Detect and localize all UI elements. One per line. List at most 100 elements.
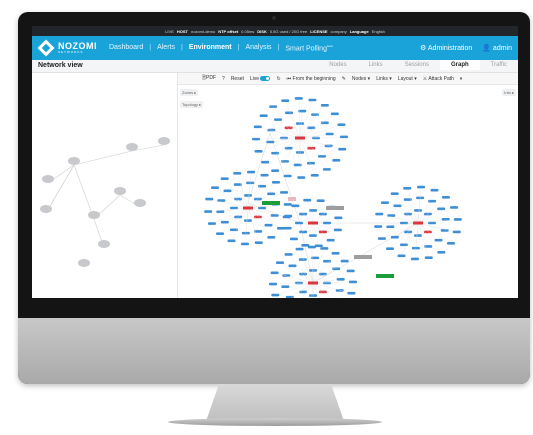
graph-node[interactable]	[410, 257, 419, 261]
graph-node[interactable]	[285, 111, 294, 115]
graph-node[interactable]	[270, 271, 279, 275]
cloud-icon[interactable]	[134, 199, 146, 207]
graph-node[interactable]	[390, 192, 399, 196]
graph-node[interactable]	[259, 114, 268, 117]
graph-node[interactable]	[397, 254, 406, 258]
graph-node[interactable]	[266, 140, 275, 144]
graph-node[interactable]	[450, 206, 459, 209]
graph-node[interactable]	[322, 168, 331, 171]
graph-node[interactable]	[269, 282, 278, 286]
green-node[interactable]	[376, 274, 394, 278]
graph-node[interactable]	[253, 125, 262, 129]
graph-node[interactable]	[216, 232, 225, 236]
user-menu[interactable]: 👤 admin	[482, 44, 512, 52]
graph-node[interactable]	[380, 201, 389, 204]
graph-node[interactable]	[210, 186, 219, 189]
graph-node[interactable]	[320, 104, 329, 107]
graph-node[interactable]	[288, 264, 297, 268]
language-value[interactable]: English	[372, 29, 385, 34]
graph-node[interactable]	[306, 161, 315, 165]
graph-node[interactable]	[441, 195, 450, 199]
cloud-icon[interactable]	[40, 205, 52, 213]
pink-node[interactable]	[288, 197, 296, 201]
graph-node[interactable]	[281, 285, 290, 289]
graph-node[interactable]	[323, 281, 331, 285]
graph-node[interactable]	[437, 250, 446, 254]
graph-node[interactable]	[430, 188, 439, 192]
graph-node[interactable]	[428, 199, 437, 203]
graph-node[interactable]	[227, 239, 236, 243]
graph-node[interactable]	[205, 197, 214, 201]
cloud-icon[interactable]	[114, 187, 126, 195]
graph-node[interactable]	[299, 230, 308, 234]
graph-node[interactable]	[240, 242, 249, 246]
graph-node[interactable]	[317, 155, 326, 158]
graph-node[interactable]	[298, 258, 307, 261]
network-graph[interactable]	[178, 73, 518, 298]
graph-node[interactable]	[339, 135, 348, 139]
graph-node[interactable]	[414, 209, 422, 212]
graph-node[interactable]	[275, 261, 284, 264]
graph-node[interactable]	[346, 269, 355, 273]
grey-node[interactable]	[326, 206, 344, 210]
graph-node[interactable]	[283, 226, 292, 230]
graph-node[interactable]	[417, 185, 426, 189]
graph-node[interactable]	[399, 243, 408, 247]
graph-node[interactable]	[270, 214, 279, 217]
graph-node[interactable]	[403, 187, 412, 190]
hub-node[interactable]	[308, 221, 318, 225]
cloud-icon[interactable]	[98, 240, 110, 248]
graph-node[interactable]	[217, 199, 226, 202]
graph-node[interactable]	[295, 221, 303, 225]
nav-analysis[interactable]: Analysis	[245, 44, 271, 51]
graph-node[interactable]	[295, 281, 303, 285]
graph-node[interactable]	[254, 241, 263, 244]
graph-node[interactable]	[377, 237, 386, 240]
graph-node[interactable]	[390, 235, 399, 239]
graph-node[interactable]	[309, 269, 317, 272]
graph-node[interactable]	[291, 204, 300, 208]
graph-node[interactable]	[220, 177, 229, 181]
graph-node[interactable]	[336, 277, 345, 281]
graph-node[interactable]	[264, 223, 273, 227]
graph-node[interactable]	[280, 191, 289, 194]
graph-node[interactable]	[244, 219, 252, 222]
graph-node[interactable]	[323, 221, 331, 225]
graph-node[interactable]	[247, 170, 256, 174]
cloud-icon[interactable]	[42, 175, 54, 183]
graph-node[interactable]	[324, 144, 333, 148]
graph-node[interactable]	[295, 247, 304, 251]
graph-node[interactable]	[331, 251, 340, 255]
green-node[interactable]	[262, 201, 280, 205]
hub-node[interactable]	[295, 136, 305, 140]
graph-node[interactable]	[296, 151, 304, 154]
graph-node[interactable]	[282, 274, 291, 277]
graph-node[interactable]	[340, 259, 349, 263]
graph-node[interactable]	[258, 184, 267, 188]
graph-node[interactable]	[447, 242, 456, 245]
graph-node[interactable]	[312, 136, 320, 140]
graph-node[interactable]	[386, 247, 395, 251]
graph-node[interactable]	[207, 222, 216, 225]
graph-node[interactable]	[220, 220, 229, 224]
graph-node[interactable]	[223, 189, 232, 193]
graph-node[interactable]	[267, 192, 276, 196]
tab-links[interactable]: Links	[358, 60, 394, 70]
graph-node[interactable]	[252, 137, 261, 141]
tab-nodes[interactable]: Nodes	[318, 60, 357, 70]
graph-node[interactable]	[437, 207, 446, 211]
graph-node[interactable]	[310, 174, 319, 177]
graph-node[interactable]	[323, 259, 332, 263]
graph-node[interactable]	[309, 294, 317, 297]
graph-node[interactable]	[299, 272, 308, 276]
graph-node[interactable]	[414, 234, 422, 237]
cloud-icon[interactable]	[158, 137, 170, 145]
graph-node[interactable]	[271, 293, 280, 297]
graph-node[interactable]	[274, 118, 283, 121]
graph-node[interactable]	[347, 291, 356, 295]
graph-node[interactable]	[267, 235, 276, 239]
graph-node[interactable]	[318, 212, 327, 216]
graph-node[interactable]	[284, 253, 293, 256]
graph-node[interactable]	[453, 218, 462, 221]
graph-node[interactable]	[320, 247, 329, 250]
